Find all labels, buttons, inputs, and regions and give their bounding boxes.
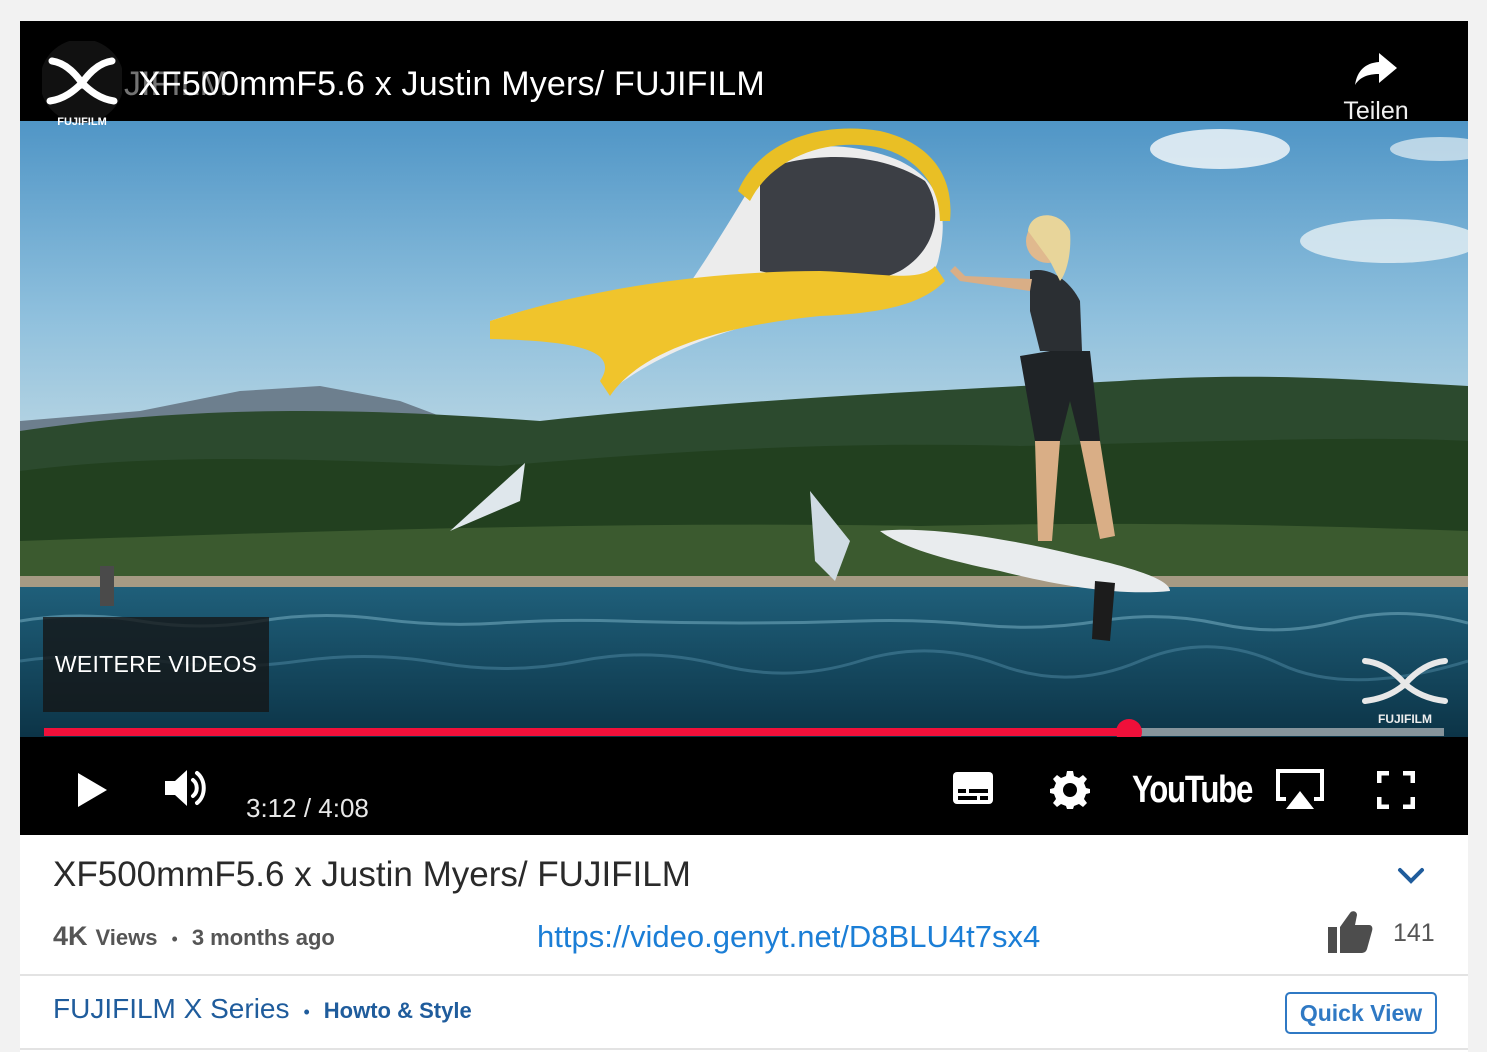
share-label: Teilen	[1343, 97, 1409, 125]
subtitles-icon[interactable]	[952, 771, 994, 805]
thumbs-up-icon[interactable]	[1326, 909, 1374, 955]
airplay-icon[interactable]	[1274, 767, 1326, 811]
share-button[interactable]: Teilen	[1330, 49, 1422, 139]
share-icon	[1355, 53, 1397, 85]
video-meta: 4K Views • 3 months ago	[53, 921, 335, 952]
time-display: 3:12 / 4:08	[246, 793, 369, 823]
video-card: FUJIFILM JIFILM XF500mmF5.6 x Justin Mye…	[20, 21, 1468, 1052]
fujifilm-x-logo[interactable]: FUJIFILM	[42, 41, 122, 131]
settings-icon[interactable]	[1050, 769, 1090, 809]
more-videos-button[interactable]: WEITERE VIDEOS	[43, 617, 269, 712]
player-title[interactable]: XF500mmF5.6 x Justin Myers/ FUJIFILM	[138, 65, 765, 104]
video-frame[interactable]	[20, 21, 1468, 835]
category-link[interactable]: Howto & Style	[324, 998, 472, 1024]
upload-age: 3 months ago	[191, 925, 335, 950]
volume-icon[interactable]	[163, 767, 209, 809]
divider	[20, 974, 1468, 976]
video-player[interactable]: FUJIFILM JIFILM XF500mmF5.6 x Justin Mye…	[20, 21, 1468, 835]
channel-link[interactable]: FUJIFILM X Series	[53, 993, 289, 1025]
youtube-logo[interactable]: YouTube	[1132, 769, 1253, 812]
progress-played	[44, 728, 1129, 736]
views-label: Views	[95, 925, 158, 950]
chevron-down-icon[interactable]	[1396, 865, 1426, 887]
fujifilm-watermark-logo: FUJIFILM	[1362, 658, 1448, 726]
avatar-brand-text: FUJIFILM	[57, 116, 107, 128]
video-link[interactable]: https://video.genyt.net/D8BLU4t7sx4	[537, 919, 1040, 955]
video-title[interactable]: XF500mmF5.6 x Justin Myers/ FUJIFILM	[53, 855, 691, 895]
views-count: 4K	[53, 921, 88, 951]
footer-separator: •	[303, 1002, 310, 1022]
progress-bar[interactable]	[44, 719, 1444, 745]
meta-separator: •	[171, 929, 178, 949]
play-icon[interactable]	[75, 771, 109, 809]
bottom-divider	[20, 1048, 1468, 1050]
like-count: 141	[1393, 919, 1435, 947]
quick-view-button[interactable]: Quick View	[1285, 992, 1437, 1034]
video-footer: FUJIFILM X Series • Howto & Style	[53, 993, 472, 1025]
control-bar: 3:12 / 4:08 YouTube	[20, 737, 1468, 835]
fullscreen-icon[interactable]	[1377, 771, 1415, 809]
watermark-brand-text: FUJIFILM	[1378, 712, 1432, 726]
